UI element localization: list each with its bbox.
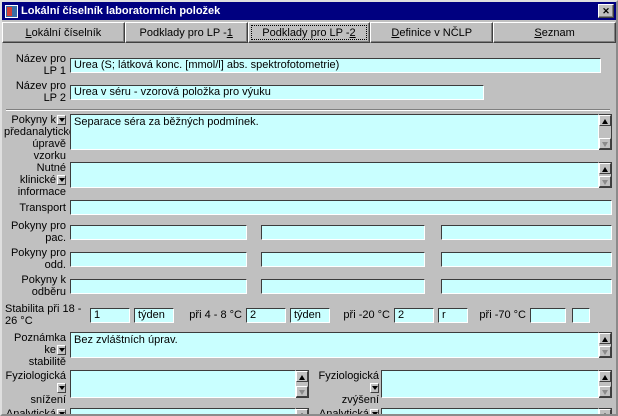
- scrollbar: [296, 408, 309, 416]
- nazev-lp2-label: Název pro LP 2: [4, 80, 66, 104]
- stabilita-label: Stabilita při 18 - 26 °C: [4, 303, 88, 327]
- tab-seznam[interactable]: Seznam: [493, 22, 616, 43]
- poznamka-label: Poznámka ke stabilitě: [4, 332, 66, 368]
- nutne-klinicke-detail-button[interactable]: [57, 175, 66, 185]
- separator: [6, 109, 610, 111]
- pokyny-pac-input-1[interactable]: [70, 225, 247, 240]
- scroll-down-icon[interactable]: [296, 386, 308, 397]
- scroll-up-icon[interactable]: [599, 115, 611, 126]
- pokyny-odd-label: Pokyny pro odd.: [4, 247, 66, 271]
- dialog-window: Lokální číselník laboratorních položek ✕…: [0, 0, 618, 416]
- scroll-down-icon[interactable]: [599, 176, 611, 187]
- pokyny-odberu-input-1[interactable]: [70, 279, 247, 294]
- scroll-down-icon[interactable]: [599, 138, 611, 149]
- tab-definice-nclp[interactable]: Definice v NČLP: [370, 22, 493, 43]
- stabilita-m20-label: při -20 °C: [340, 309, 390, 321]
- pokyny-odberu-label: Pokyny k odběru: [4, 274, 66, 298]
- scroll-down-icon[interactable]: [599, 346, 611, 357]
- app-icon: [5, 5, 18, 18]
- analyticka-snizeni-label: Analytická snížení: [4, 408, 66, 416]
- scrollbar: [599, 162, 612, 188]
- stabilita-m70-unit[interactable]: [572, 308, 590, 323]
- tab-bar: Lokální číselník Podklady pro LP - 1 Pod…: [2, 22, 616, 43]
- form-panel: Název pro LP 1 Název pro LP 2 Pokyny k p…: [2, 43, 616, 416]
- nazev-lp2-input[interactable]: [70, 85, 484, 100]
- stabilita-m70-value[interactable]: [530, 308, 566, 323]
- scroll-up-icon[interactable]: [599, 409, 611, 416]
- fyziologicka-zvyseni-textarea[interactable]: [381, 370, 599, 398]
- nazev-lp1-label: Název pro LP 1: [4, 53, 66, 77]
- scrollbar: [599, 408, 612, 416]
- pokyny-odberu-input-3[interactable]: [441, 279, 612, 294]
- stabilita-4-8-label: při 4 - 8 °C: [184, 309, 242, 321]
- analyticka-zvyseni-textarea[interactable]: [381, 408, 599, 416]
- stabilita-18-26-unit[interactable]: [134, 308, 174, 323]
- pokyny-predanalyticke-textarea[interactable]: Separace séra za běžných podmínek.: [70, 114, 599, 150]
- stabilita-4-8-value[interactable]: [246, 308, 286, 323]
- pokyny-odd-input-2[interactable]: [261, 252, 425, 267]
- analyticka-snizeni-textarea[interactable]: [70, 408, 296, 416]
- stabilita-m70-label: při -70 °C: [478, 309, 526, 321]
- tab-lokalni-ciselnik[interactable]: Lokální číselník: [2, 22, 125, 43]
- fyziologicka-snizeni-label: Fyziologická snížení: [4, 370, 66, 406]
- nazev-lp1-input[interactable]: [70, 58, 601, 73]
- fyziologicka-zvyseni-detail-button[interactable]: [370, 383, 379, 393]
- stabilita-4-8-unit[interactable]: [290, 308, 330, 323]
- stabilita-18-26-value[interactable]: [90, 308, 130, 323]
- scroll-up-icon[interactable]: [599, 371, 611, 382]
- analyticka-snizeni-detail-button[interactable]: [57, 409, 66, 416]
- scrollbar: [296, 370, 309, 398]
- poznamka-textarea[interactable]: Bez zvláštních úprav.: [70, 332, 599, 358]
- scroll-up-icon[interactable]: [296, 409, 308, 416]
- tab-podklady-lp-2[interactable]: Podklady pro LP - 2: [248, 22, 371, 43]
- scroll-down-icon[interactable]: [599, 386, 611, 397]
- fyziologicka-snizeni-detail-button[interactable]: [57, 383, 66, 393]
- analyticka-zvyseni-detail-button[interactable]: [370, 409, 379, 416]
- scrollbar: [599, 370, 612, 398]
- pokyny-pac-input-2[interactable]: [261, 225, 425, 240]
- fyziologicka-zvyseni-label: Fyziologická zvýšení: [309, 370, 379, 406]
- pokyny-odd-input-1[interactable]: [70, 252, 247, 267]
- poznamka-detail-button[interactable]: [57, 345, 66, 355]
- pokyny-odberu-input-2[interactable]: [261, 279, 425, 294]
- stabilita-m20-value[interactable]: [394, 308, 434, 323]
- pokyny-predanalyticke-label: Pokyny k předanalytické úpravě vzorku: [4, 114, 66, 162]
- transport-input[interactable]: [70, 200, 612, 215]
- scroll-up-icon[interactable]: [599, 163, 611, 174]
- nutne-klinicke-label: Nutné klinické informace: [4, 162, 66, 198]
- pokyny-predanalyticke-detail-button[interactable]: [57, 115, 66, 125]
- analyticka-zvyseni-label: Analytická zvýšení: [309, 408, 379, 416]
- pokyny-pac-input-3[interactable]: [441, 225, 612, 240]
- stabilita-m20-unit[interactable]: [438, 308, 468, 323]
- scroll-up-icon[interactable]: [599, 333, 611, 344]
- scrollbar: [599, 114, 612, 150]
- nutne-klinicke-textarea[interactable]: [70, 162, 599, 188]
- transport-label: Transport: [4, 202, 66, 214]
- fyziologicka-snizeni-textarea[interactable]: [70, 370, 296, 398]
- title-bar: Lokální číselník laboratorních položek ✕: [2, 2, 616, 20]
- scrollbar: [599, 332, 612, 358]
- scroll-up-icon[interactable]: [296, 371, 308, 382]
- close-icon[interactable]: ✕: [598, 4, 614, 18]
- window-title: Lokální číselník laboratorních položek: [21, 5, 598, 17]
- pokyny-odd-input-3[interactable]: [441, 252, 612, 267]
- pokyny-pac-label: Pokyny pro pac.: [4, 220, 66, 244]
- tab-podklady-lp-1[interactable]: Podklady pro LP - 1: [125, 22, 248, 43]
